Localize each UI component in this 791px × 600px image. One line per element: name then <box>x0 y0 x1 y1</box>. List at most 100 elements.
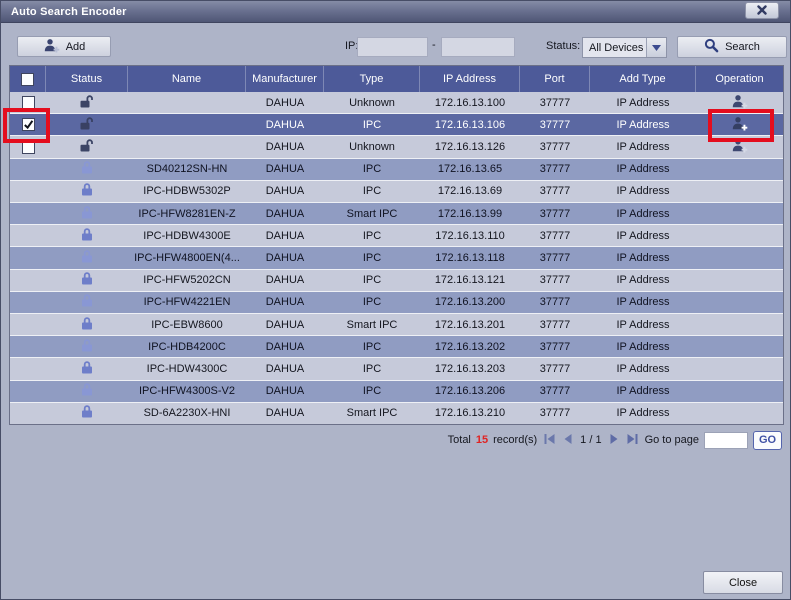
ip-from-input[interactable] <box>357 37 428 57</box>
cell-ip: 172.16.13.69 <box>437 185 503 198</box>
last-page-button[interactable] <box>626 433 640 447</box>
table-row[interactable]: DAHUA Unknown 172.16.13.126 37777 IP Address <box>10 135 783 158</box>
add-button-label: Add <box>65 40 86 53</box>
row-checkbox[interactable] <box>21 96 35 110</box>
cell-port: 37777 <box>539 207 571 220</box>
cell-type: IPC <box>362 296 382 309</box>
column-header-add-type[interactable]: Add Type <box>590 66 696 92</box>
table-row[interactable]: IPC-EBW8600 DAHUA Smart IPC 172.16.13.201 37… <box>10 313 783 336</box>
column-header-port[interactable]: Port <box>520 66 590 92</box>
lock-closed-icon <box>81 360 93 378</box>
window-close-button[interactable] <box>745 2 779 19</box>
page-indicator: 1 / 1 <box>580 434 602 446</box>
cell-add_type: IP Address <box>616 207 670 220</box>
column-header-status[interactable]: Status <box>46 66 128 92</box>
cell-ip: 172.16.13.201 <box>434 318 506 331</box>
select-all-checkbox[interactable] <box>21 72 34 86</box>
cell-add_type: IP Address <box>616 363 670 376</box>
cell-name: SD40212SN-HN <box>146 163 228 176</box>
status-dropdown[interactable]: All Devices <box>582 37 667 58</box>
table-row[interactable]: IPC-HDBW5302P DAHUA IPC 172.16.13.69 37777 IP… <box>10 179 783 203</box>
cell-manufacturer: DAHUA <box>265 296 305 309</box>
table-row[interactable]: IPC-HFW4800EN(4... DAHUA IPC 172.16.13.118 3… <box>10 246 783 269</box>
row-checkbox[interactable] <box>21 118 35 132</box>
lock-closed-icon <box>81 227 93 245</box>
ip-to-input[interactable] <box>441 37 515 57</box>
next-page-button[interactable] <box>607 433 621 447</box>
cell-port: 37777 <box>539 141 571 153</box>
cell-type: IPC <box>362 385 382 398</box>
cell-manufacturer: DAHUA <box>265 252 305 265</box>
lock-closed-icon <box>81 249 93 267</box>
table-row[interactable]: DAHUA IPC 172.16.13.106 37777 IP Address <box>10 113 783 136</box>
search-button[interactable]: Search <box>677 36 787 58</box>
cell-manufacturer: DAHUA <box>265 385 305 398</box>
cell-name: IPC-HFW4800EN(4... <box>134 252 240 265</box>
lock-closed-icon <box>81 293 93 311</box>
table-row[interactable]: SD-6A2230X-HNI DAHUA Smart IPC 172.16.13.21… <box>10 401 783 425</box>
cell-name: IPC-HDB4200C <box>148 340 226 353</box>
cell-ip: 172.16.13.202 <box>434 340 506 353</box>
cell-add_type: IP Address <box>616 340 670 353</box>
cell-ip: 172.16.13.203 <box>434 363 506 376</box>
cell-manufacturer: DAHUA <box>265 274 305 287</box>
column-header-manufacturer[interactable]: Manufacturer <box>246 66 324 92</box>
column-header-operation[interactable]: Operation <box>696 66 783 92</box>
lock-closed-icon <box>81 205 93 223</box>
table-row[interactable]: DAHUA Unknown 172.16.13.100 37777 IP Address <box>10 92 783 114</box>
cell-ip: 172.16.13.106 <box>434 118 506 131</box>
window-title: Auto Search Encoder <box>11 5 127 18</box>
cell-name: IPC-HFW4221EN <box>143 296 231 309</box>
cell-port: 37777 <box>539 274 571 287</box>
table-row[interactable]: IPC-HFW4221EN DAHUA IPC 172.16.13.200 37777 I… <box>10 290 783 314</box>
status-label: Status: <box>546 40 581 52</box>
go-button[interactable]: GO <box>753 430 782 450</box>
cell-manufacturer: DAHUA <box>265 207 305 220</box>
add-device-icon[interactable] <box>731 94 748 112</box>
caret-down-icon[interactable] <box>646 38 666 57</box>
cell-ip: 172.16.13.206 <box>434 385 506 398</box>
cell-ip: 172.16.13.110 <box>435 229 505 242</box>
cell-port: 37777 <box>539 229 571 242</box>
cell-manufacturer: DAHUA <box>265 340 305 353</box>
lock-open-icon <box>80 116 94 134</box>
table-row[interactable]: IPC-HFW5202CN DAHUA IPC 172.16.13.121 37777 I… <box>10 268 783 291</box>
table-row[interactable]: SD40212SN-HN DAHUA IPC 172.16.13.65 37777 IP … <box>10 157 783 180</box>
column-header-type[interactable]: Type <box>324 66 420 92</box>
close-button[interactable]: Close <box>703 571 783 594</box>
cell-add_type: IP Address <box>616 163 670 176</box>
cell-manufacturer: DAHUA <box>265 229 305 242</box>
cell-add_type: IP Address <box>616 96 670 109</box>
device-table-header: Status Name Manufacturer Type IP Address… <box>10 66 783 92</box>
table-row[interactable]: IPC-HDB4200C DAHUA IPC 172.16.13.202 37777 IP… <box>10 335 783 358</box>
cell-ip: 172.16.13.126 <box>434 141 506 153</box>
goto-page-input[interactable] <box>704 431 748 449</box>
auto-search-encoder-dialog: Auto Search Encoder Add IP: - Status: Al… <box>0 0 791 600</box>
row-checkbox[interactable] <box>21 140 35 154</box>
cell-add_type: IP Address <box>616 296 670 309</box>
prev-page-button[interactable] <box>561 433 575 447</box>
goto-page-label: Go to page <box>644 434 699 446</box>
x-icon <box>757 2 767 20</box>
column-header-ip-address[interactable]: IP Address <box>420 66 520 92</box>
total-label: Total <box>447 434 471 446</box>
cell-type: IPC <box>362 363 382 376</box>
table-row[interactable]: IPC-HFW4300S-V2 DAHUA IPC 172.16.13.206 3777… <box>10 379 783 402</box>
ip-range-separator: - <box>432 39 436 51</box>
cell-name: SD-6A2230X-HNI <box>143 407 231 420</box>
cell-ip: 172.16.13.99 <box>437 207 503 220</box>
column-header-name[interactable]: Name <box>128 66 246 92</box>
add-button[interactable]: Add <box>17 36 111 57</box>
cell-port: 37777 <box>539 385 571 398</box>
add-device-icon[interactable] <box>731 138 748 156</box>
cell-port: 37777 <box>539 340 571 353</box>
table-row[interactable]: IPC-HDW4300C DAHUA IPC 172.16.13.203 37777 IP… <box>10 357 783 380</box>
add-device-icon[interactable] <box>731 116 748 134</box>
total-count: 15 <box>475 434 489 446</box>
first-page-button[interactable] <box>542 433 556 447</box>
cell-manufacturer: DAHUA <box>265 163 305 176</box>
table-row[interactable]: IPC-HFW8281EN-Z DAHUA Smart IPC 172.16.13.9… <box>10 202 783 225</box>
toolbar: Add IP: - Status: All Devices Search <box>1 31 790 61</box>
cell-type: IPC <box>362 340 382 353</box>
table-row[interactable]: IPC-HDBW4300E DAHUA IPC 172.16.13.110 37777 I… <box>10 224 783 247</box>
